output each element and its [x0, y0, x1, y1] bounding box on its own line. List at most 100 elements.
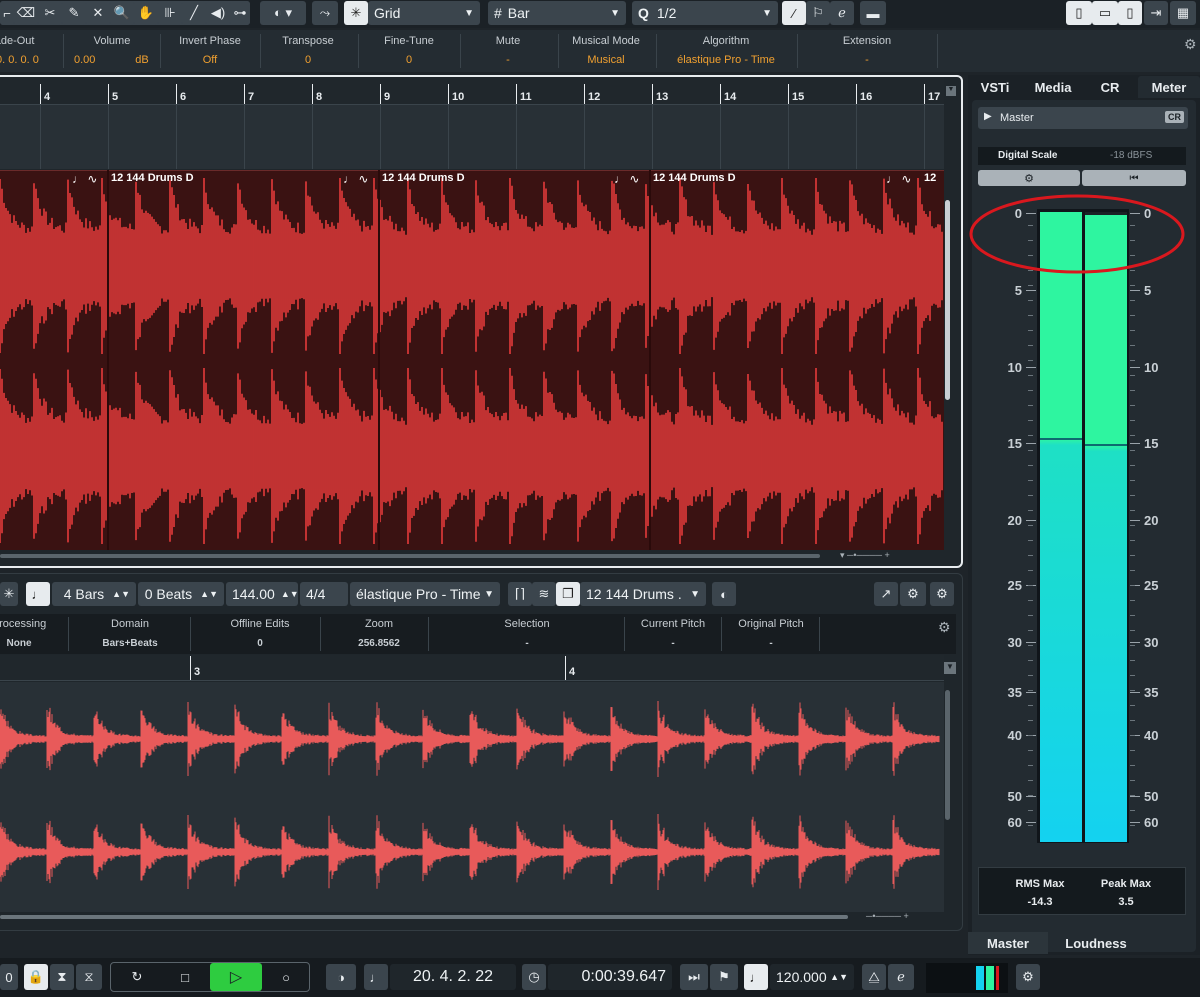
editor-zoom-slider[interactable]: ─•──── +	[866, 911, 946, 923]
clock-icon[interactable]: ◷	[522, 964, 546, 990]
info-finetune-value[interactable]: 0	[358, 54, 460, 66]
record-icon[interactable]: ○	[264, 965, 308, 989]
editor-ruler[interactable]	[0, 655, 944, 681]
gear-icon[interactable]: ⚙	[1184, 36, 1197, 53]
tab-vsti[interactable]: VSTi	[968, 76, 1022, 98]
tab-media[interactable]: Media	[1024, 76, 1082, 98]
grid-line	[788, 105, 789, 169]
musical-mode-icon[interactable]: ♩	[26, 582, 50, 606]
color-icon[interactable]: ◐	[712, 582, 736, 606]
right-zone-toggle[interactable]: ▯	[1118, 1, 1142, 25]
tempo-field-transport[interactable]: 120.000 ▲▼	[770, 964, 854, 990]
erase-tool-icon[interactable]: ⌫	[14, 1, 38, 25]
info-algorithm-value[interactable]: élastique Pro - Time	[656, 54, 796, 66]
length-bars-field[interactable]: 4 Bars ▲▼	[52, 582, 136, 606]
info-transpose-value[interactable]: 0	[260, 54, 356, 66]
autoscroll-button[interactable]: ⤳	[312, 1, 338, 25]
ruler-label: 17	[928, 91, 941, 103]
edit-mode-icon[interactable]: ℯ	[888, 964, 914, 990]
h-scroll-bar[interactable]	[0, 554, 820, 558]
window-layout-icon[interactable]: ▦	[1170, 1, 1196, 25]
settings-panel-icon[interactable]: ⚙	[900, 582, 926, 606]
gear-icon[interactable]: ⚙	[1016, 964, 1040, 990]
zoom-down-icon[interactable]: ▼	[944, 662, 956, 674]
length-beats-field[interactable]: 0 Beats ▲▼	[138, 582, 224, 606]
info-extension-value[interactable]: -	[797, 54, 937, 66]
warp-tool-icon[interactable]: ⊶	[230, 1, 250, 25]
open-external-icon[interactable]: ↗	[874, 582, 898, 606]
quantize-flag-icon[interactable]: ⚐	[806, 1, 830, 25]
tab-master[interactable]: Master	[968, 932, 1048, 954]
gear-icon[interactable]: ⚙	[930, 582, 954, 606]
select-tool-icon[interactable]: ⌐	[0, 1, 14, 25]
comp-tool-icon[interactable]: ⊪	[158, 1, 182, 25]
editor-info-value[interactable]: -	[625, 638, 721, 649]
marker-icon[interactable]: ⚑	[710, 964, 738, 990]
editor-info-value[interactable]: Bars+Beats	[70, 638, 190, 649]
editor-info-value[interactable]: 256.8562	[330, 638, 428, 649]
hand-tool-icon[interactable]: ✋	[134, 1, 158, 25]
snap-type-select[interactable]: Grid ▼	[368, 1, 480, 25]
stop-icon[interactable]: □	[162, 965, 208, 989]
metronome-mode-icon[interactable]: ◑	[326, 964, 356, 990]
iterative-quantize-icon[interactable]: ⁄	[782, 1, 806, 25]
tab-cr[interactable]: CR	[1084, 76, 1136, 98]
mute-tool-icon[interactable]: ✕	[86, 1, 110, 25]
gear-icon[interactable]: ⚙	[938, 619, 951, 636]
editor-info-value[interactable]: 0	[200, 638, 320, 649]
tempo-track-icon[interactable]: ♩	[744, 964, 768, 990]
lock-icon[interactable]: 🔒	[24, 964, 48, 990]
hitpoints-icon[interactable]: ⌈⌉	[508, 582, 532, 606]
info-musicalmode-value[interactable]: Musical	[558, 54, 654, 66]
punch-in-icon[interactable]: ⧗	[50, 964, 74, 990]
editor-info-value[interactable]: -	[723, 638, 819, 649]
left-zone-toggle[interactable]: ▯	[1066, 1, 1092, 25]
play-tool-icon[interactable]: ◀)	[206, 1, 230, 25]
event-stack-icon[interactable]: ❐	[556, 582, 580, 606]
time-display[interactable]: 0:00:39.647	[548, 964, 672, 990]
audio-event-track[interactable]	[0, 170, 944, 550]
punch-out-icon[interactable]: ⧖	[76, 964, 102, 990]
zoom-slider[interactable]: ▾ ─•──── +	[840, 550, 940, 562]
editor-scrollbar[interactable]	[945, 690, 950, 820]
info-invert-value[interactable]: Off	[160, 54, 260, 66]
snap-icon[interactable]: ✳	[0, 582, 18, 606]
glue-tool-icon[interactable]: ✎	[62, 1, 86, 25]
zoom-tool-icon[interactable]: 🔍	[110, 1, 134, 25]
left-value-field[interactable]: 0	[0, 964, 18, 990]
snap-toggle-icon[interactable]: ✳	[344, 1, 368, 25]
line-tool-icon[interactable]: ╱	[182, 1, 206, 25]
metronome-icon[interactable]: ⧋	[862, 964, 886, 990]
algorithm-select[interactable]: élastique Pro - Time ▼	[350, 582, 500, 606]
reset-meter-icon[interactable]: ⏮	[1082, 170, 1186, 186]
edit-icon[interactable]: ℯ	[830, 1, 854, 25]
signature-field[interactable]: 4/4	[300, 582, 348, 606]
note-icon[interactable]: ♩	[364, 964, 388, 990]
lower-zone-toggle[interactable]: ▭	[1092, 1, 1118, 25]
event-select[interactable]: 12 144 Drums . ▼	[580, 582, 706, 606]
color-menu-button[interactable]: ◐ ▾	[260, 1, 306, 25]
quantize-select[interactable]: Q 1/2 ▼	[632, 1, 778, 25]
tab-loudness[interactable]: Loudness	[1050, 932, 1142, 954]
sync-icon[interactable]: ⏭	[680, 964, 708, 990]
editor-h-scroll[interactable]	[0, 915, 848, 919]
layout-icon[interactable]: ▬	[860, 1, 886, 25]
grid-type-select[interactable]: # Bar ▼	[488, 1, 626, 25]
zoom-down-icon[interactable]: ▼	[946, 86, 956, 96]
tempo-field[interactable]: 144.00 ▲▼	[226, 582, 299, 606]
editor-info-value[interactable]: -	[430, 638, 624, 649]
export-icon[interactable]: ⇥	[1144, 1, 1168, 25]
position-display[interactable]: 20. 4. 2. 22	[390, 964, 516, 990]
editor-waveform-area[interactable]	[0, 682, 944, 912]
scroll-thumb[interactable]	[945, 200, 950, 400]
layers-icon[interactable]: ≋	[532, 582, 556, 606]
play-button[interactable]: ▷	[210, 963, 262, 991]
info-fadeout-value[interactable]: 0. 0. 0. 0	[0, 54, 62, 66]
tab-meter[interactable]: Meter	[1138, 76, 1200, 98]
cycle-icon[interactable]: ↻	[114, 965, 160, 989]
split-tool-icon[interactable]: ✂	[38, 1, 62, 25]
info-mute-value[interactable]: -	[460, 54, 556, 66]
editor-info-value[interactable]: None	[0, 638, 68, 649]
info-volume-value[interactable]: 0.00	[74, 54, 114, 66]
meter-settings-icon[interactable]: ⚙	[978, 170, 1080, 186]
